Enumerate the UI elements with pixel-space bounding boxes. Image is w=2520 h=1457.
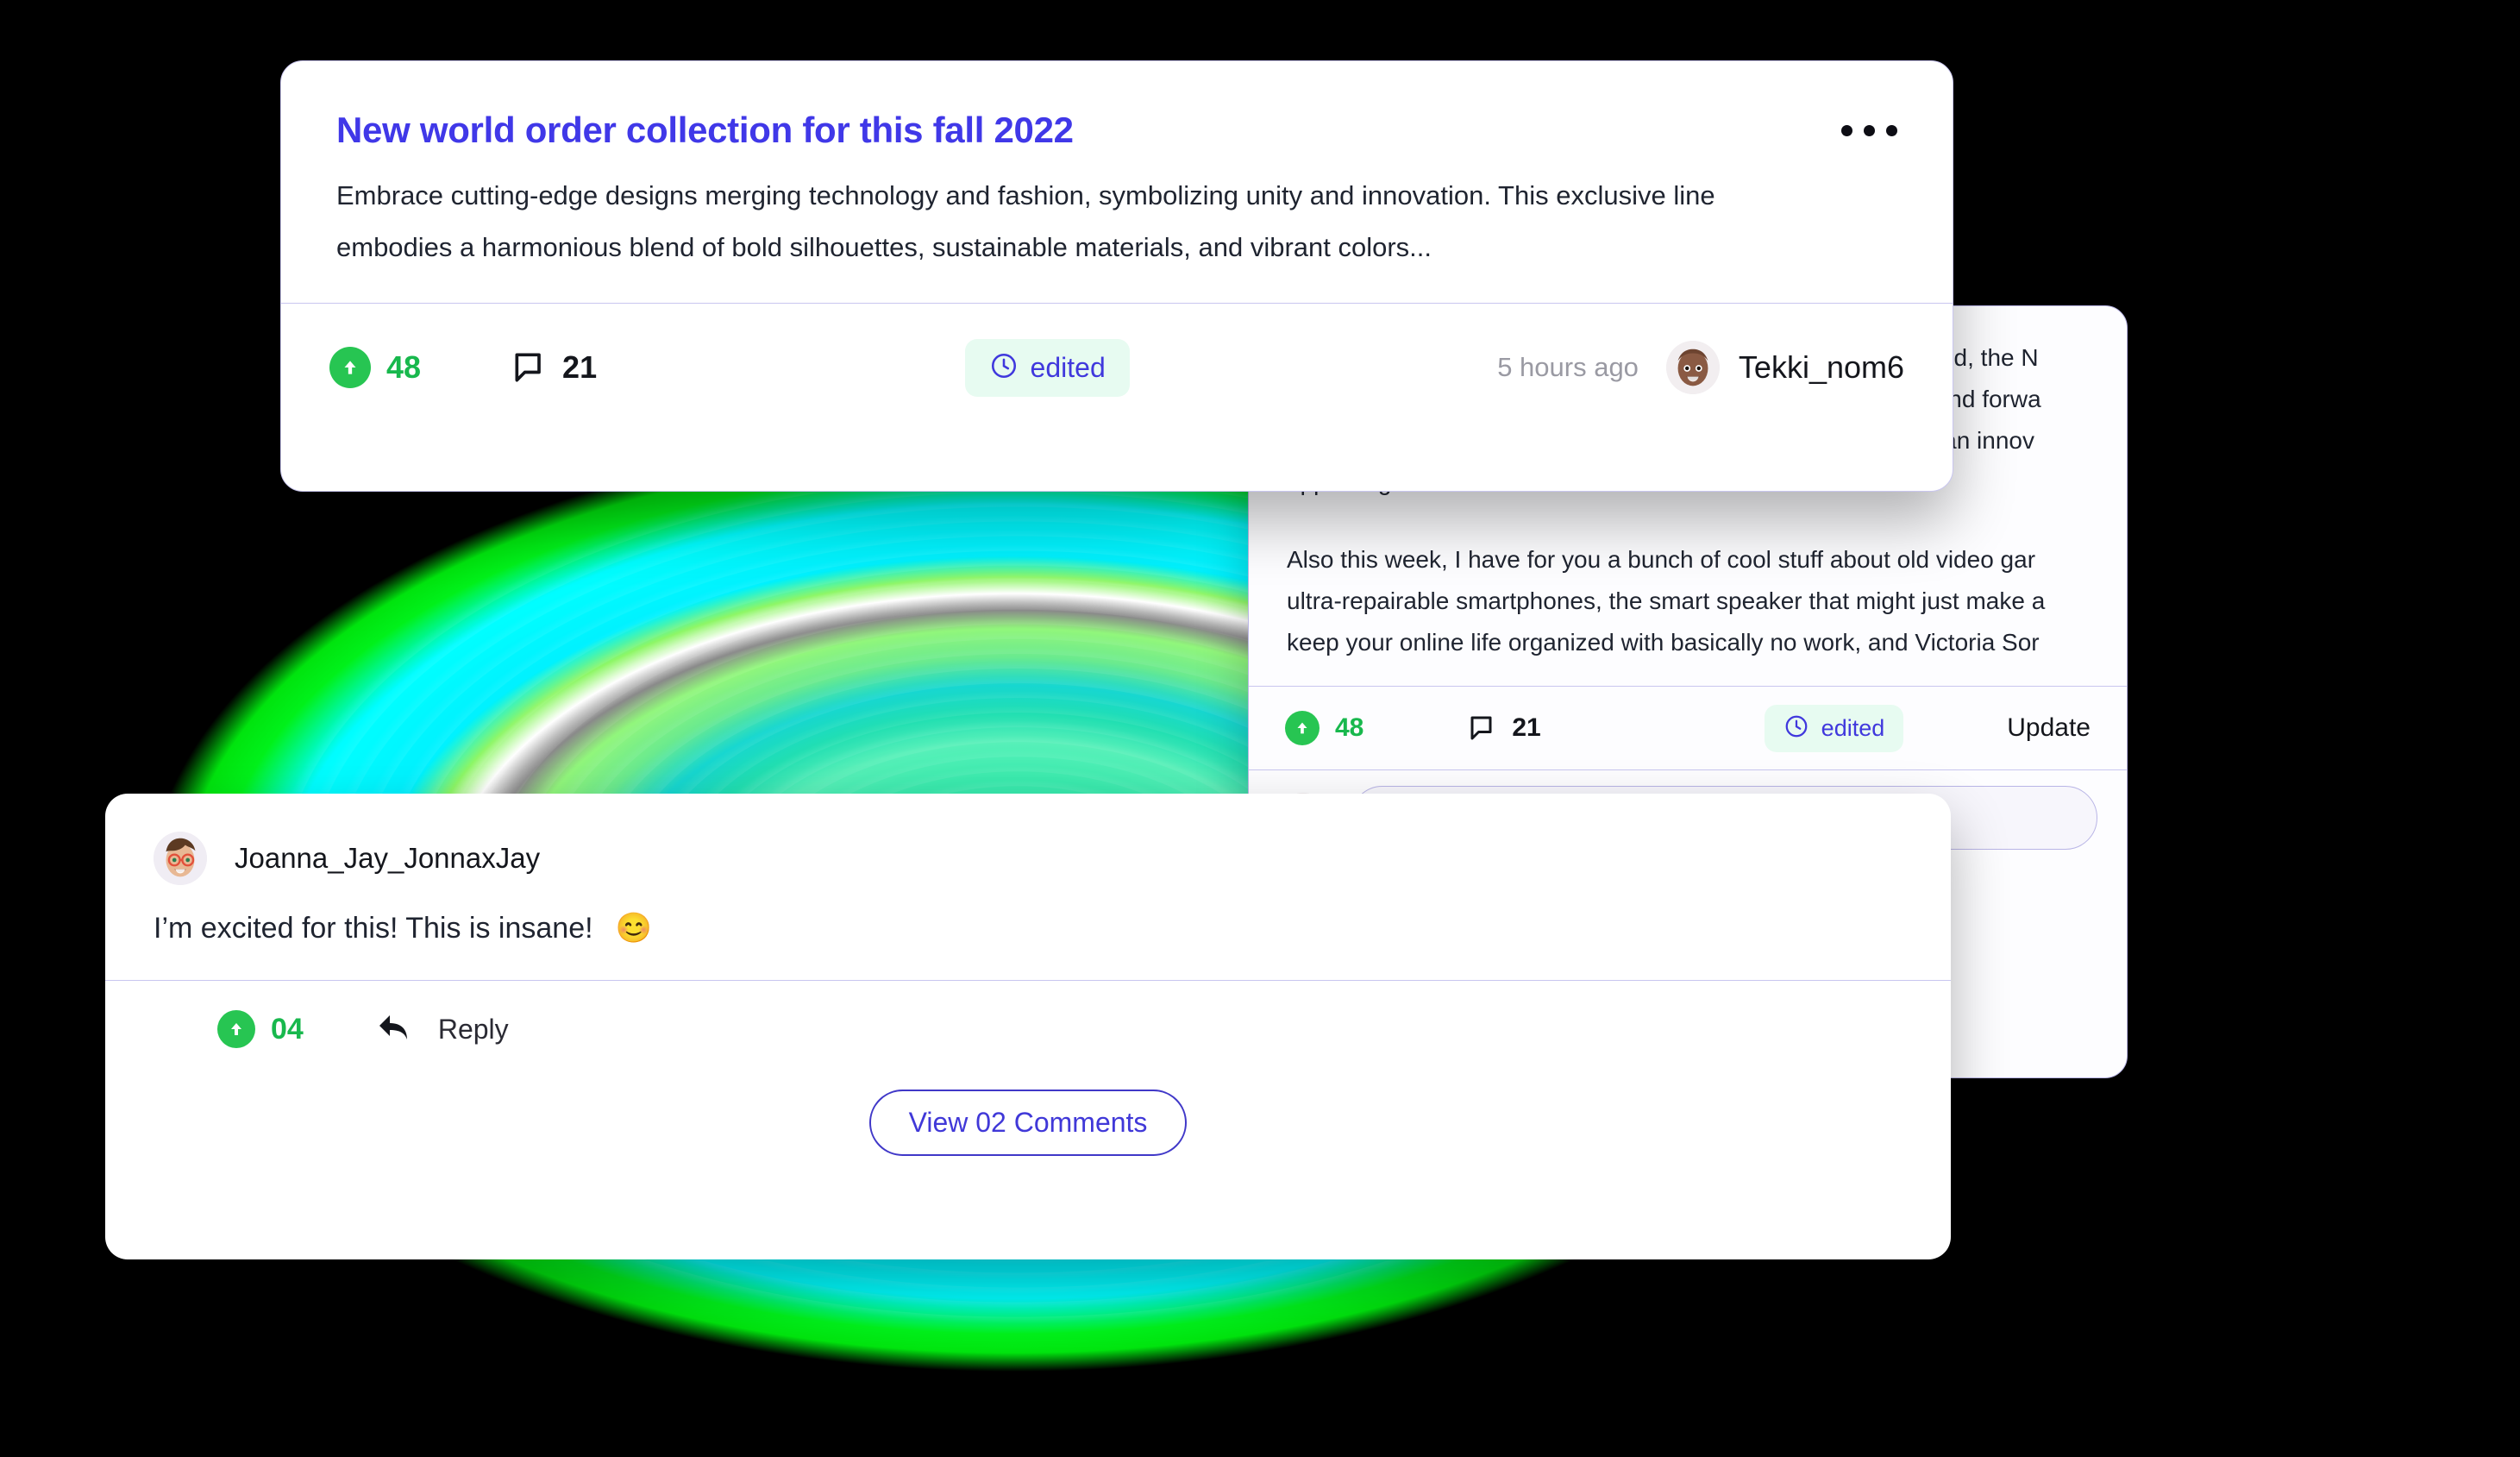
arrow-up-icon [217,1010,255,1048]
main-upvote-button[interactable]: 48 [329,347,421,388]
main-post-card[interactable]: New world order collection for this fall… [280,60,1953,492]
main-edited-badge: edited [964,338,1130,397]
arrow-up-icon [329,347,371,388]
background-post-paragraph: Also this week, I have for you a bunch o… [1287,546,2036,573]
background-post-actionbar: 48 21 edited Update [1249,687,2127,769]
comment-upvote-button[interactable]: 04 [217,1010,304,1048]
main-upvote-count: 48 [386,349,422,385]
background-comment-button[interactable]: 21 [1467,713,1541,744]
page-title: New world order collection for this fall… [336,110,1074,150]
comment-author[interactable]: Joanna_Jay_JonnaxJay [235,842,540,875]
main-post-author[interactable]: Tekki_nom6 [1739,349,1904,386]
background-edited-badge: edited [1764,704,1904,752]
main-post-timestamp: 5 hours ago [1497,352,1639,382]
clock-icon [989,351,1019,385]
dot [1864,125,1875,136]
background-edited-label: edited [1821,714,1885,741]
background-upvote-button[interactable]: 48 [1285,711,1363,745]
memoji-avatar-bald-man [1665,341,1720,394]
main-edited-label: edited [1030,351,1106,383]
background-comment-count: 21 [1512,713,1541,742]
comment-text: I’m excited for this! This is insane! [154,911,593,945]
comment-header: Joanna_Jay_JonnaxJay [105,794,1951,885]
arrow-up-icon [1285,711,1320,745]
main-comment-button[interactable]: 21 [511,349,597,386]
divider [281,303,1953,304]
main-post-actionbar: 48 21 edited 5 hours ago Tekki_nom6 [281,319,1953,416]
background-post-paragraph: ultra-repairable smartphones, the smart … [1287,587,2046,614]
main-comment-count: 21 [562,349,598,385]
comment-bubble-icon [511,349,549,386]
comment-card[interactable]: Joanna_Jay_JonnaxJay I’m excited for thi… [105,794,1951,1259]
comment-actionbar: 04 Reply [105,981,1951,1077]
clock-icon [1783,713,1809,744]
background-update-label: Update [2007,713,2091,742]
dot [1886,125,1897,136]
reply-label: Reply [437,1013,509,1045]
background-post-paragraph: keep your online life organized with bas… [1287,629,2040,656]
more-horizontal-icon[interactable] [1841,110,1897,136]
reply-arrow-icon [376,1010,416,1049]
comment-text-row: I’m excited for this! This is insane! 😊 [105,885,1951,945]
main-post-header: New world order collection for this fall… [281,61,1953,151]
smiling-face-emoji: 😊 [615,912,652,945]
main-post-excerpt: Embrace cutting-edge designs merging tec… [336,180,1715,262]
comment-bubble-icon [1467,713,1498,744]
view-comments-button[interactable]: View 02 Comments [868,1090,1188,1156]
background-upvote-count: 48 [1335,713,1364,742]
view-comments-row: View 02 Comments [105,1090,1951,1156]
memoji-avatar-glasses-man [154,832,207,885]
reply-button[interactable]: Reply [376,1010,509,1049]
dot [1841,125,1852,136]
comment-upvote-count: 04 [271,1012,304,1046]
